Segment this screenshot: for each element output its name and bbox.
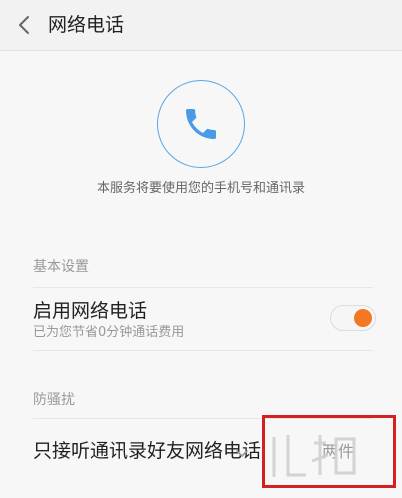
highlight-box [262, 415, 396, 488]
contacts-only-chevron[interactable] [232, 444, 252, 464]
section-label-harassment: 防骚扰 [33, 392, 75, 408]
toggle-knob [354, 309, 372, 327]
phone-icon [186, 109, 216, 139]
service-description: 本服务将要使用您的手机号和通讯录 [96, 181, 305, 196]
chevron-down-icon [236, 450, 248, 457]
page-title: 网络电话 [48, 14, 125, 36]
back-button[interactable] [10, 10, 40, 40]
enable-title: 启用网络电话 [33, 300, 148, 322]
divider [33, 287, 373, 288]
enable-subtitle: 已为您节省0分钟通话费用 [33, 325, 185, 340]
contacts-only-title: 只接听通讯录好友网络电话 [33, 440, 262, 462]
chevron-left-icon [19, 16, 29, 34]
section-label-basic: 基本设置 [33, 259, 89, 275]
enable-toggle[interactable] [330, 305, 376, 331]
app-header: 网络电话 [0, 0, 402, 51]
divider [33, 350, 373, 351]
phone-badge [157, 80, 245, 168]
